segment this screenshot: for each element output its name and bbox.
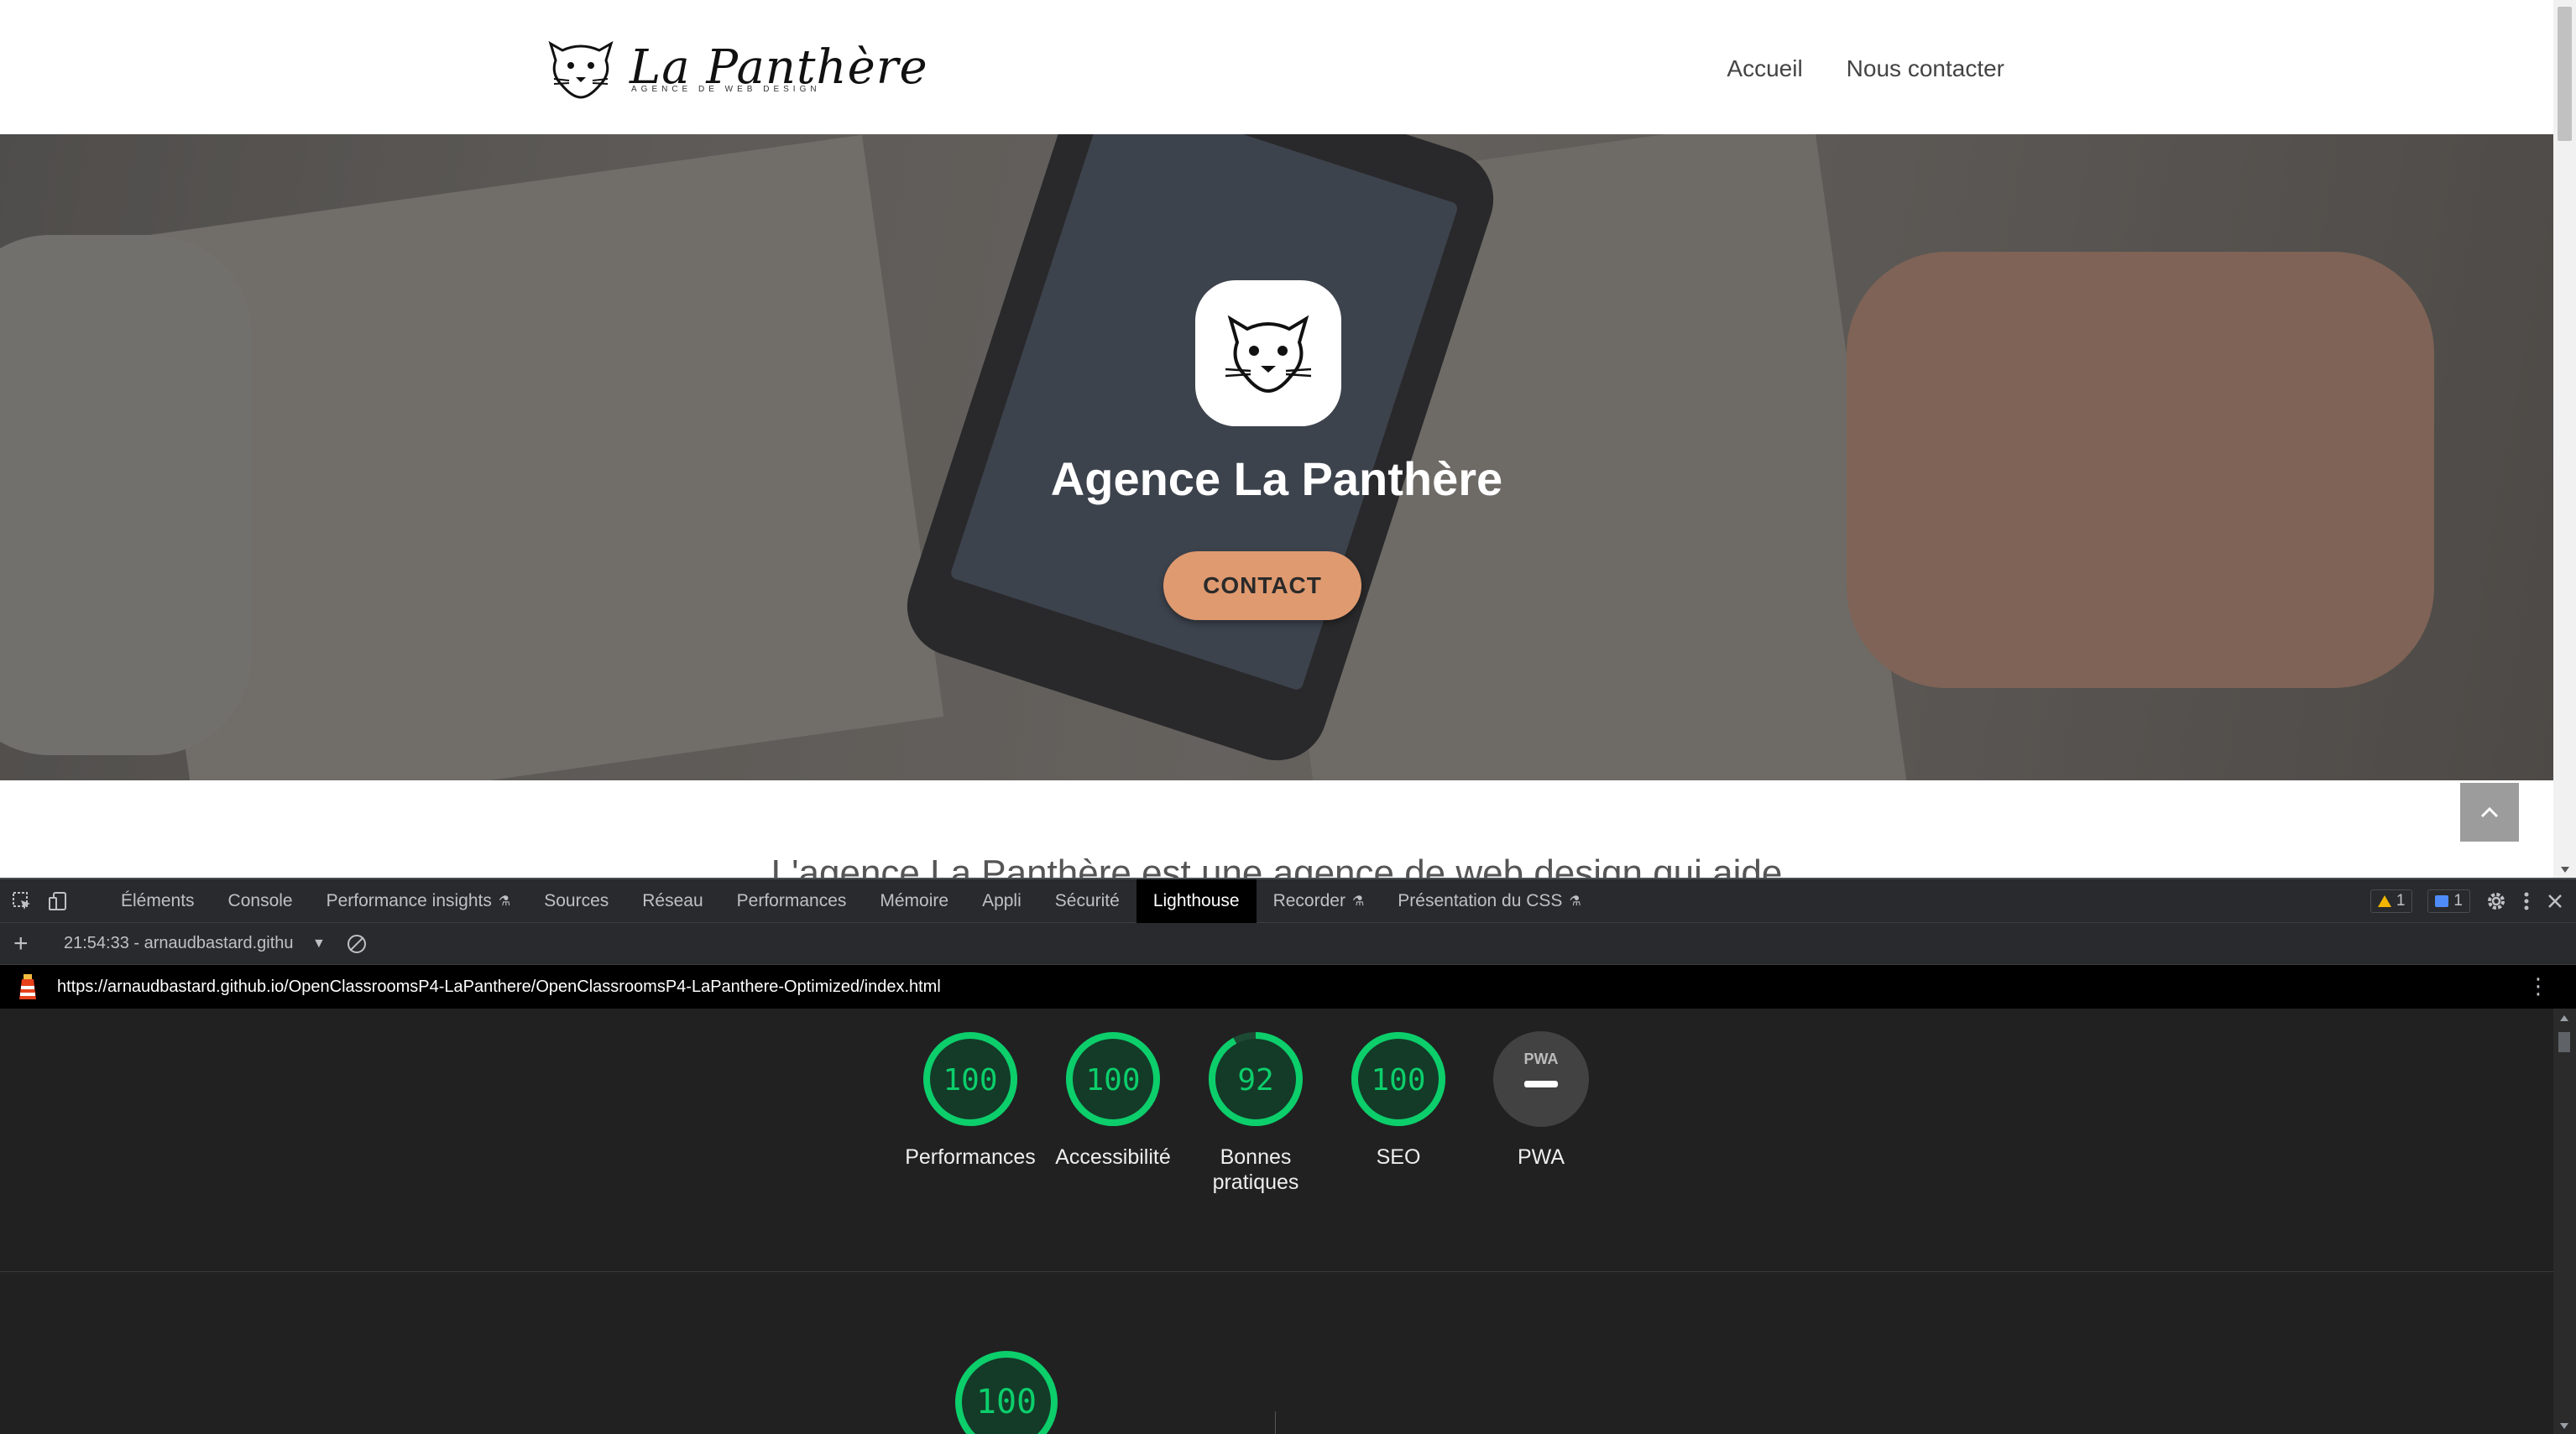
score-ring: 100 (1066, 1032, 1160, 1126)
main-score-value: 100 (976, 1383, 1037, 1421)
score-ring: 100 (1351, 1032, 1445, 1126)
devtools-tab-bar: Éléments Console Performance insights ⚗ Sour… (0, 878, 2576, 923)
tab-pr-sentation-du-css[interactable]: Présentation du CSS ⚗ (1381, 879, 1597, 923)
hero-section: Agence La Panthère CONTACT (0, 134, 2553, 780)
logo-subtitle: AGENCE DE WEB DESIGN (631, 85, 821, 94)
tab-performances[interactable]: Performances (720, 879, 864, 923)
experimental-flask-icon: ⚗ (1569, 894, 1581, 909)
site-logo[interactable]: La Panthère AGENCE DE WEB DESIGN (544, 35, 928, 101)
tab-appli[interactable]: Appli (965, 879, 1038, 923)
tab-performance-insights[interactable]: Performance insights ⚗ (310, 879, 528, 923)
devtools-tabs: Éléments Console Performance insights ⚗ Sour… (104, 879, 1598, 923)
gauge-bonnes-pratiques[interactable]: 92 Bonnes pratiques (1209, 1030, 1303, 1195)
score-label: PWA (1517, 1145, 1565, 1169)
messages-badge[interactable]: 1 (2427, 889, 2470, 913)
hero-title: Agence La Panthère (1050, 452, 1503, 505)
new-report-button[interactable]: + (13, 930, 34, 958)
more-options-icon[interactable] (2522, 890, 2531, 912)
close-devtools-icon[interactable] (2546, 892, 2564, 910)
tab-m-moire[interactable]: Mémoire (863, 879, 965, 923)
experimental-flask-icon: ⚗ (1351, 894, 1365, 909)
nav-link-accueil[interactable]: Accueil (1727, 55, 1802, 82)
contact-button[interactable]: CONTACT (1163, 551, 1361, 620)
warning-icon (2377, 895, 2391, 907)
panther-head-icon (1225, 315, 1312, 394)
page-scrollbar[interactable] (2553, 0, 2576, 878)
device-toolbar-icon[interactable] (49, 891, 69, 911)
clear-reports-icon[interactable] (347, 934, 366, 953)
chevron-up-icon (2480, 806, 2499, 818)
warnings-badge[interactable]: 1 (2370, 889, 2413, 913)
site-header: La Panthère AGENCE DE WEB DESIGN Accueil… (0, 0, 2553, 134)
gauge-seo[interactable]: 100 SEO (1351, 1030, 1445, 1195)
tab-lighthouse[interactable]: Lighthouse (1136, 879, 1257, 923)
tab-s-curit-[interactable]: Sécurité (1038, 879, 1136, 923)
report-url[interactable]: https://arnaudbastard.github.io/OpenClas… (57, 978, 941, 997)
website-viewport: La Panthère AGENCE DE WEB DESIGN Accueil… (0, 0, 2553, 878)
score-label: Accessibilité (1055, 1145, 1171, 1169)
gauge-pwa[interactable]: PWA PWA (1493, 1030, 1589, 1195)
score-value: 92 (1237, 1063, 1273, 1098)
gauge-performances[interactable]: 100 Performances (905, 1030, 1036, 1195)
score-value: 100 (943, 1063, 997, 1098)
report-url-bar: https://arnaudbastard.github.io/OpenClas… (0, 965, 2576, 1009)
site-nav: Accueil Nous contacter (1727, 55, 2004, 82)
lighthouse-toolbar: + 21:54:33 - arnaudbastard.githu ▼ (0, 923, 2576, 965)
score-value: 100 (1371, 1063, 1425, 1098)
lighthouse-report: 100 Performances 100 Accessibilité 92 Bonnes … (0, 1009, 2553, 1434)
pwa-dash-icon (1524, 1081, 1558, 1087)
score-ring: 100 (923, 1032, 1017, 1126)
hero-logo (1195, 280, 1341, 426)
score-label: Bonnes pratiques (1212, 1145, 1299, 1194)
score-ring: PWA (1493, 1031, 1589, 1127)
nav-link-contact[interactable]: Nous contacter (1847, 55, 2004, 82)
report-scrollbar[interactable] (2553, 1009, 2576, 1434)
devtools-panel: Éléments Console Performance insights ⚗ Sour… (0, 878, 2576, 1434)
tab-recorder[interactable]: Recorder ⚗ (1257, 879, 1382, 923)
panther-logo-icon (548, 40, 614, 99)
score-ring: 92 (1209, 1032, 1303, 1126)
score-label: SEO (1376, 1145, 1421, 1169)
intro-paragraph: L'agence La Panthère est une agence de w… (771, 853, 1783, 878)
score-gauges: 100 Performances 100 Accessibilité 92 Bonnes … (905, 1030, 1589, 1195)
lighthouse-icon (19, 974, 36, 999)
tab-sources[interactable]: Sources (527, 879, 625, 923)
settings-gear-icon[interactable] (2485, 890, 2507, 912)
tab-r-seau[interactable]: Réseau (625, 879, 719, 923)
performance-main-gauge: 100 (952, 1348, 1061, 1434)
report-selector[interactable]: 21:54:33 - arnaudbastard.githu (64, 934, 316, 953)
tab--l-ments[interactable]: Éléments (104, 879, 212, 923)
back-to-top-button[interactable] (2460, 783, 2519, 842)
experimental-flask-icon: ⚗ (498, 894, 511, 909)
inspect-element-icon[interactable] (12, 891, 32, 911)
pwa-badge-text: PWA (1523, 1051, 1558, 1067)
tab-console[interactable]: Console (212, 879, 310, 923)
score-label: Performances (905, 1145, 1036, 1169)
report-menu-icon[interactable]: ⋮ (2527, 973, 2549, 999)
dropdown-arrow-icon[interactable]: ▼ (312, 936, 326, 952)
gauge-accessibilit-[interactable]: 100 Accessibilité (1055, 1030, 1171, 1195)
score-value: 100 (1085, 1063, 1140, 1098)
message-icon (2435, 895, 2449, 907)
